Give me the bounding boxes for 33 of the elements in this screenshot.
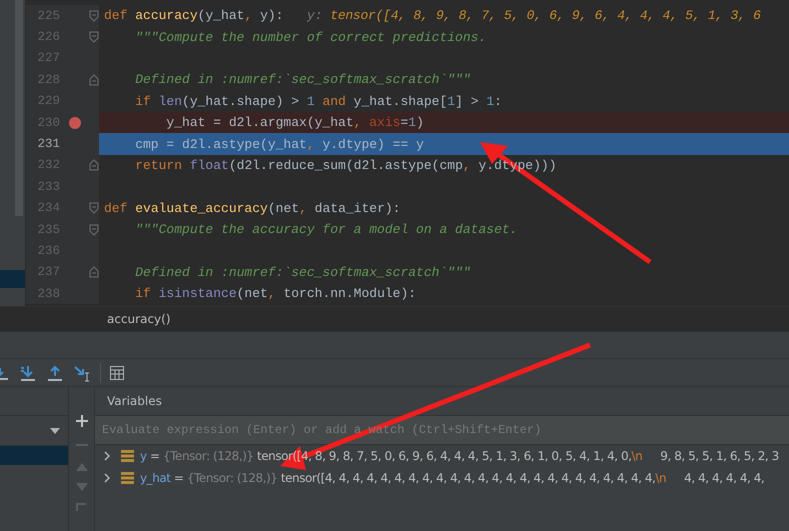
expand-chevron-icon[interactable] <box>104 473 110 483</box>
fold-icon[interactable] <box>89 202 99 214</box>
fold-icon[interactable] <box>89 74 99 86</box>
move-up-icon[interactable] <box>76 463 88 471</box>
fold-icon[interactable] <box>89 31 99 44</box>
code-line: """Compute the number of correct predictions. <box>134 28 488 47</box>
breakpoint-icon[interactable] <box>68 116 80 129</box>
expand-chevron-icon[interactable] <box>104 451 110 461</box>
code-line: def accuracy(y_hat, y): y: tensor([4, 8, 9, 8, 7, 5, 0, 6, 9, 6, 4, 4, 4, 5, 1, 3, 6 <box>103 7 762 26</box>
fold-icon[interactable] <box>89 266 99 278</box>
code-line: if len(y_hat.shape) > 1 and y_hat.shape[1] > 1: <box>134 92 503 111</box>
dropdown-caret-icon[interactable] <box>50 428 60 434</box>
breadcrumb[interactable]: accuracy() <box>107 312 171 326</box>
add-icon[interactable] <box>76 415 88 427</box>
code-line: Defined in :numref:`sec_softmax_scratch`""" <box>134 71 472 90</box>
code-line: """Compute the accuracy for a model on a dataset. <box>134 221 518 240</box>
variable-value: y_hat = {Tensor: (128,)} tensor([4, 4, 4, 4, 4, 4, 4, 4, 4, 4, 4, 4, 4, 4, 4, 4, 4, 4, 4, 4, 4, 4, 4, 4,\n 4, 4, 4, 4, 4, 4, <box>140 471 764 485</box>
fold-icon[interactable] <box>89 159 99 172</box>
code-line: def evaluate_accuracy(net, data_iter): <box>103 200 402 218</box>
table-icon[interactable] <box>110 366 124 380</box>
fold-icon[interactable] <box>89 224 99 236</box>
move-down-icon[interactable] <box>76 483 88 491</box>
fold-icon[interactable] <box>89 10 99 22</box>
run-to-cursor-icon[interactable] <box>73 364 91 382</box>
step-into-my-code-icon[interactable] <box>19 364 37 382</box>
variable-icon <box>121 472 134 484</box>
step-out-icon[interactable] <box>46 364 64 382</box>
variable-icon <box>121 450 134 462</box>
code-line: if isinstance(net, torch.nn.Module): <box>134 285 418 304</box>
line-number: 231 <box>36 137 60 152</box>
code-line: Defined in :numref:`sec_softmax_scratch`""" <box>134 264 472 282</box>
variables-tab[interactable]: Variables <box>107 394 162 408</box>
tree-selection <box>0 270 25 288</box>
